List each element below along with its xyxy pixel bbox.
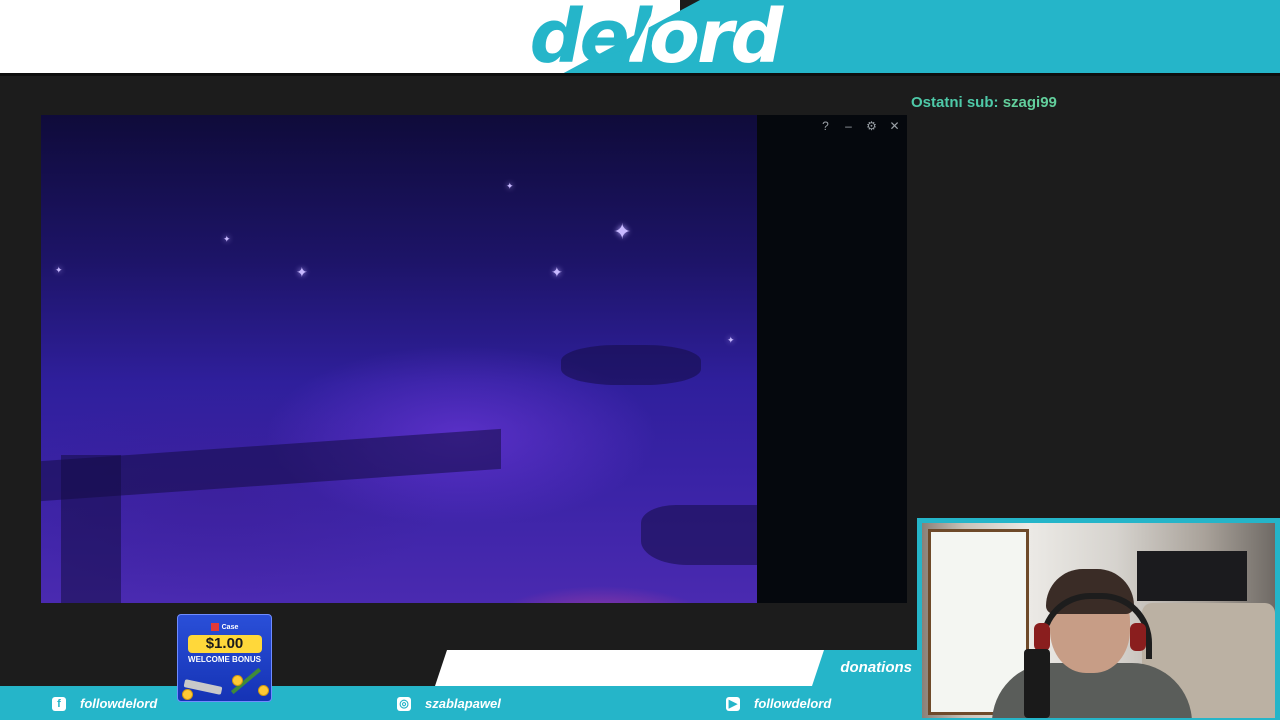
coin-icon — [232, 675, 243, 686]
promo-bonus: WELCOME BONUS — [188, 655, 261, 664]
headphone-earcup — [1130, 623, 1146, 651]
donations-strip — [435, 650, 825, 686]
star-sparkle: ✦ — [551, 264, 563, 280]
star-sparkle: ✦ — [223, 234, 231, 244]
help-icon[interactable]: ? — [819, 119, 832, 133]
youtube-icon: ▶ — [726, 696, 740, 711]
header-divider — [0, 73, 1280, 76]
game-client-window[interactable]: ✦ ✦ ✦ ✦ ✦ ✦ ✦ ? – ⚙ ✕ — [41, 115, 907, 603]
instagram-handle: szablapawel — [425, 696, 501, 711]
last-sub-label: Ostatni sub: — [911, 94, 999, 111]
minimize-icon[interactable]: – — [842, 119, 855, 133]
last-sub-name: szagi99 — [1002, 94, 1057, 111]
star-sparkle: ✦ — [506, 181, 514, 191]
social-facebook[interactable]: f followdelord — [52, 696, 157, 711]
donations-tab[interactable]: donations — [812, 650, 920, 686]
star-sparkle: ✦ — [727, 335, 735, 345]
instagram-icon: ◎ — [397, 696, 411, 711]
promo-items-art — [182, 667, 269, 700]
waterfall-cliff — [61, 455, 121, 603]
case-logo-icon — [210, 623, 219, 631]
social-instagram[interactable]: ◎ szablapawel — [397, 696, 501, 711]
settings-gear-icon[interactable]: ⚙ — [865, 119, 878, 133]
case-promo-badge[interactable]: Case $1.00 WELCOME BONUS — [177, 614, 272, 702]
star-sparkle: ✦ — [55, 265, 63, 275]
star-sparkle: ✦ — [613, 219, 632, 244]
promo-brand-text: Case — [221, 623, 239, 631]
room-tv — [1137, 551, 1247, 601]
login-splash-art: ✦ ✦ ✦ ✦ ✦ ✦ ✦ — [41, 115, 757, 603]
webcam-feed — [922, 523, 1275, 718]
coin-icon — [258, 685, 269, 696]
facebook-handle: followdelord — [80, 696, 158, 711]
headphone-earcup — [1034, 623, 1050, 651]
right-rock — [641, 505, 757, 565]
close-icon[interactable]: ✕ — [888, 119, 901, 133]
social-youtube[interactable]: ▶ followdelord — [726, 696, 831, 711]
floating-island — [561, 345, 701, 385]
star-sparkle: ✦ — [296, 264, 308, 280]
last-sub-alert: Ostatni sub: szagi99 — [911, 94, 1057, 111]
header-banner: delord delord — [0, 0, 1280, 76]
youtube-handle: followdelord — [754, 696, 832, 711]
window-controls: ? – ⚙ ✕ — [819, 119, 901, 133]
delord-logo: delord delord — [525, 0, 785, 76]
coin-icon — [182, 689, 193, 700]
microphone-icon — [1024, 649, 1050, 718]
promo-amount: $1.00 — [187, 635, 262, 653]
promo-brand: Case — [178, 623, 271, 631]
facebook-icon: f — [52, 696, 66, 711]
